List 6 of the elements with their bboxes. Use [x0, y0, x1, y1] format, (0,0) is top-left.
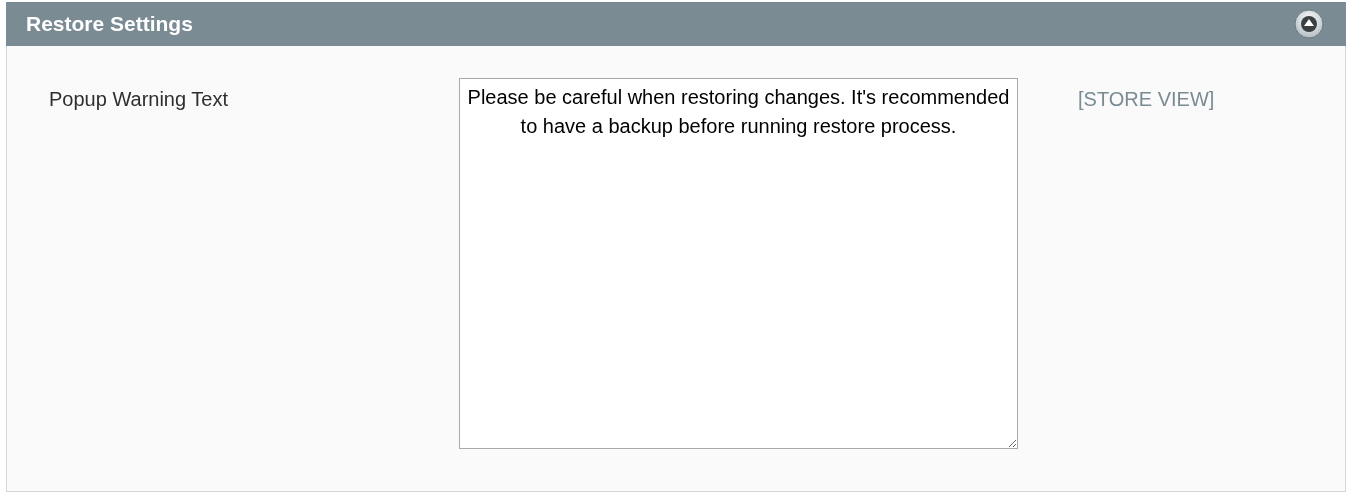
section-header[interactable]: Restore Settings: [6, 2, 1346, 46]
field-label: Popup Warning Text: [49, 87, 229, 112]
scope-label: [STORE VIEW]: [1078, 87, 1215, 112]
warning-text-field[interactable]: Please be careful when restoring changes. It's recommended to have a backup before running restore process.: [459, 78, 1018, 449]
collapse-icon[interactable]: [1294, 9, 1324, 39]
section-title: Restore Settings: [26, 11, 193, 38]
